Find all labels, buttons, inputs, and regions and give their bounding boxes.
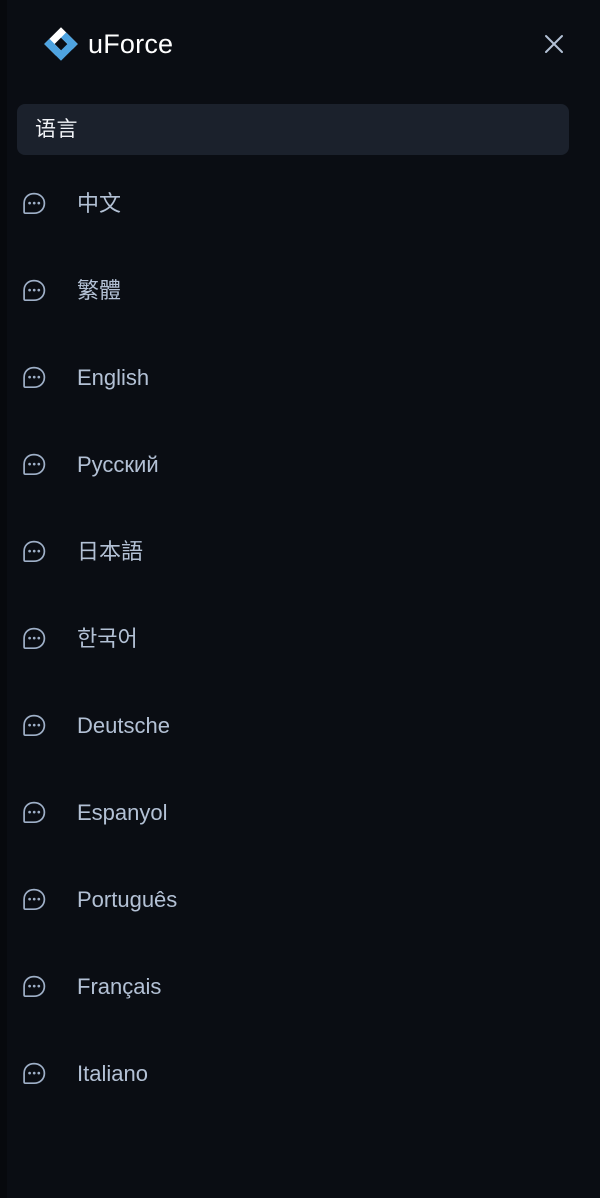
chat-bubble-dots-icon xyxy=(21,191,47,217)
list-item-label: 日本語 xyxy=(77,538,144,564)
list-item-9[interactable]: Português xyxy=(0,856,593,943)
list-item-label: Français xyxy=(77,973,162,999)
list-item-label: Espanyol xyxy=(77,799,168,825)
list-item-label: Português xyxy=(77,886,178,912)
chat-bubble-dots-icon xyxy=(21,539,47,565)
language-list: 中文 繁體 English Русский 日本語 한국어 Deutsche E… xyxy=(0,160,593,1117)
chat-bubble-dots-icon xyxy=(21,1061,47,1087)
chat-bubble-dots-icon xyxy=(21,626,47,652)
chat-bubble-dots-icon xyxy=(21,278,47,304)
list-item-1[interactable]: 中文 xyxy=(0,160,593,247)
close-icon xyxy=(545,35,563,53)
chat-bubble-dots-icon xyxy=(21,365,47,391)
search-input[interactable]: 语言 xyxy=(17,104,569,155)
list-item-10[interactable]: Français xyxy=(0,943,593,1030)
chat-bubble-dots-icon xyxy=(21,713,47,739)
list-item-8[interactable]: Espanyol xyxy=(0,769,593,856)
list-item-2[interactable]: 繁體 xyxy=(0,247,593,334)
chat-bubble-dots-icon xyxy=(21,452,47,478)
list-item-label: 中文 xyxy=(77,190,122,216)
list-item-4[interactable]: Русский xyxy=(0,421,593,508)
list-item-5[interactable]: 日本語 xyxy=(0,508,593,595)
list-item-6[interactable]: 한국어 xyxy=(0,595,593,682)
chat-bubble-dots-icon xyxy=(21,974,47,1000)
list-item-label: Deutsche xyxy=(77,712,170,738)
list-item-label: 한국어 xyxy=(77,625,138,651)
list-item-3[interactable]: English xyxy=(0,334,593,421)
list-item-label: English xyxy=(77,364,150,390)
chat-bubble-dots-icon xyxy=(21,800,47,826)
close-button[interactable] xyxy=(537,27,571,61)
language-selector-window: uForce 语言 中文 繁體 English Русский 日本語 한국어 … xyxy=(0,0,600,1198)
brand: uForce xyxy=(43,22,173,66)
header-bar: uForce xyxy=(0,0,593,92)
chat-bubble-dots-icon xyxy=(21,887,47,913)
list-item-11[interactable]: Italiano xyxy=(0,1030,593,1117)
list-item-7[interactable]: Deutsche xyxy=(0,682,593,769)
list-item-label: 繁體 xyxy=(77,277,122,303)
search-input-value: 语言 xyxy=(35,118,78,141)
brand-name: uForce xyxy=(88,28,174,59)
list-item-label: Italiano xyxy=(77,1060,148,1086)
uforce-diamond-logo-icon xyxy=(43,26,79,62)
list-item-label: Русский xyxy=(77,451,159,477)
